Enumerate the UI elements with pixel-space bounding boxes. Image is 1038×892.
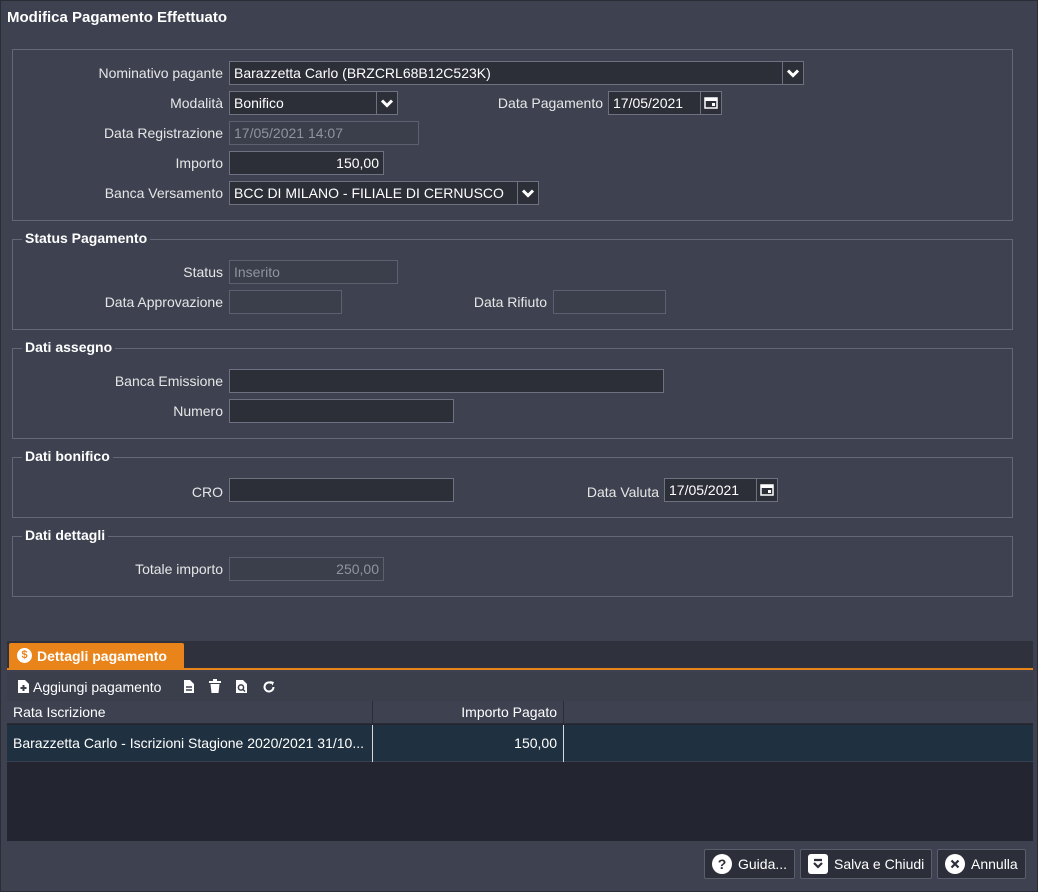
dettagli-group: Dati dettagli Totale importo 250,00	[12, 527, 1013, 597]
data-approvazione-field	[229, 290, 342, 314]
data-valuta-label: Data Valuta	[586, 484, 659, 500]
modalita-select[interactable]: Bonifico	[229, 91, 398, 115]
dettagli-legend: Dati dettagli	[22, 527, 109, 543]
calendar-icon	[704, 97, 718, 109]
help-icon: ?	[712, 854, 732, 874]
grid-toolbar: Aggiungi pagamento	[7, 672, 1033, 701]
data-registrazione-label: Data Registrazione	[103, 125, 223, 141]
cell-rata: Barazzetta Carlo - Iscrizioni Stagione 2…	[7, 725, 373, 762]
banca-versamento-value: BCC DI MILANO - FILIALE DI CERNUSCO	[234, 185, 504, 201]
banca-emissione-label: Banca Emissione	[114, 373, 223, 389]
numero-label: Numero	[173, 403, 223, 419]
totale-importo-value: 250,00	[336, 561, 379, 577]
annulla-label: Annulla	[971, 856, 1018, 872]
preview-icon	[236, 680, 248, 693]
preview-button[interactable]	[235, 679, 248, 694]
nominativo-value: Barazzetta Carlo (BRZCRL68B12C523K)	[234, 65, 491, 81]
calendar-icon	[760, 484, 774, 496]
totale-importo-field: 250,00	[229, 557, 384, 581]
importo-label: Importo	[175, 155, 223, 171]
data-valuta-field[interactable]: 17/05/2021	[664, 478, 778, 502]
tab-bar: $ Dettagli pagamento	[7, 641, 1033, 670]
refresh-icon	[263, 680, 275, 692]
window-title: Modifica Pagamento Effettuato	[7, 9, 228, 26]
data-registrazione-value: 17/05/2021 14:07	[234, 125, 343, 141]
refresh-button[interactable]	[262, 680, 276, 694]
status-label: Status	[183, 264, 223, 280]
data-pagamento-calendar-button[interactable]	[700, 92, 721, 114]
data-pagamento-label: Data Pagamento	[497, 95, 603, 111]
delete-button[interactable]	[209, 679, 222, 694]
status-group: Status Pagamento Status Inserito Data Ap…	[12, 230, 1013, 330]
document-icon	[184, 680, 195, 693]
bonifico-group: Dati bonifico CRO Data Valuta 17/05/2021	[12, 448, 1013, 518]
chevron-down-icon	[522, 188, 534, 198]
column-header-importo[interactable]: Importo Pagato	[373, 701, 564, 724]
chevron-down-icon	[381, 98, 393, 108]
banca-emissione-field[interactable]	[229, 369, 664, 393]
salva-chiudi-label: Salva e Chiudi	[834, 856, 925, 872]
dialog-window: Modifica Pagamento Effettuato Nominativo…	[0, 0, 1038, 892]
data-approvazione-label: Data Approvazione	[104, 294, 223, 310]
guida-button[interactable]: ? Guida...	[704, 849, 796, 879]
save-icon	[808, 854, 828, 874]
column-header-rata[interactable]: Rata Iscrizione	[7, 701, 373, 724]
tab-label: Dettagli pagamento	[37, 647, 167, 664]
data-pagamento-value: 17/05/2021	[613, 95, 684, 111]
status-legend: Status Pagamento	[22, 230, 151, 246]
nominativo-select[interactable]: Barazzetta Carlo (BRZCRL68B12C523K)	[229, 61, 804, 85]
banca-versamento-dropdown-button[interactable]	[517, 182, 538, 204]
status-field: Inserito	[229, 260, 398, 284]
salva-chiudi-button[interactable]: Salva e Chiudi	[800, 849, 933, 879]
chevron-down-icon	[787, 68, 799, 78]
cell-importo: 150,00	[373, 725, 564, 762]
modalita-label: Modalità	[170, 95, 223, 111]
data-rifiuto-field	[553, 290, 666, 314]
status-value: Inserito	[234, 264, 280, 280]
guida-label: Guida...	[738, 856, 788, 872]
cro-label: CRO	[191, 484, 223, 500]
main-group: Nominativo pagante Barazzetta Carlo (BRZ…	[12, 49, 1013, 221]
data-valuta-value: 17/05/2021	[669, 482, 740, 498]
close-icon	[945, 854, 965, 874]
assegno-group: Dati assegno Banca Emissione Numero	[12, 339, 1013, 439]
data-pagamento-field[interactable]: 17/05/2021	[608, 91, 722, 115]
trash-icon	[209, 679, 222, 693]
grid-header: Rata Iscrizione Importo Pagato	[7, 701, 1033, 724]
banca-versamento-label: Banca Versamento	[104, 185, 223, 201]
assegno-legend: Dati assegno	[22, 339, 116, 355]
payments-grid: Rata Iscrizione Importo Pagato Barazzett…	[7, 701, 1033, 841]
cro-field[interactable]	[229, 478, 454, 502]
importo-field[interactable]: 150,00	[229, 151, 384, 175]
banca-versamento-select[interactable]: BCC DI MILANO - FILIALE DI CERNUSCO	[229, 181, 539, 205]
annulla-button[interactable]: Annulla	[937, 849, 1026, 879]
nominativo-label: Nominativo pagante	[98, 65, 223, 81]
data-valuta-calendar-button[interactable]	[756, 479, 777, 501]
add-document-icon	[18, 680, 29, 693]
modalita-value: Bonifico	[234, 95, 284, 111]
importo-value: 150,00	[336, 155, 379, 171]
data-registrazione-field: 17/05/2021 14:07	[229, 121, 419, 145]
tab-dettagli-pagamento[interactable]: $ Dettagli pagamento	[9, 643, 184, 668]
modalita-dropdown-button[interactable]	[376, 92, 397, 114]
nominativo-dropdown-button[interactable]	[782, 62, 803, 84]
data-rifiuto-label: Data Rifiuto	[473, 294, 547, 310]
edit-document-button[interactable]	[183, 679, 195, 694]
add-payment-label: Aggiungi pagamento	[33, 678, 162, 695]
table-row[interactable]: Barazzetta Carlo - Iscrizioni Stagione 2…	[7, 725, 1033, 762]
bonifico-legend: Dati bonifico	[22, 448, 113, 464]
dollar-circle-icon: $	[17, 648, 32, 663]
totale-importo-label: Totale importo	[135, 561, 223, 577]
add-payment-button[interactable]: Aggiungi pagamento	[17, 679, 161, 695]
numero-field[interactable]	[229, 399, 454, 423]
